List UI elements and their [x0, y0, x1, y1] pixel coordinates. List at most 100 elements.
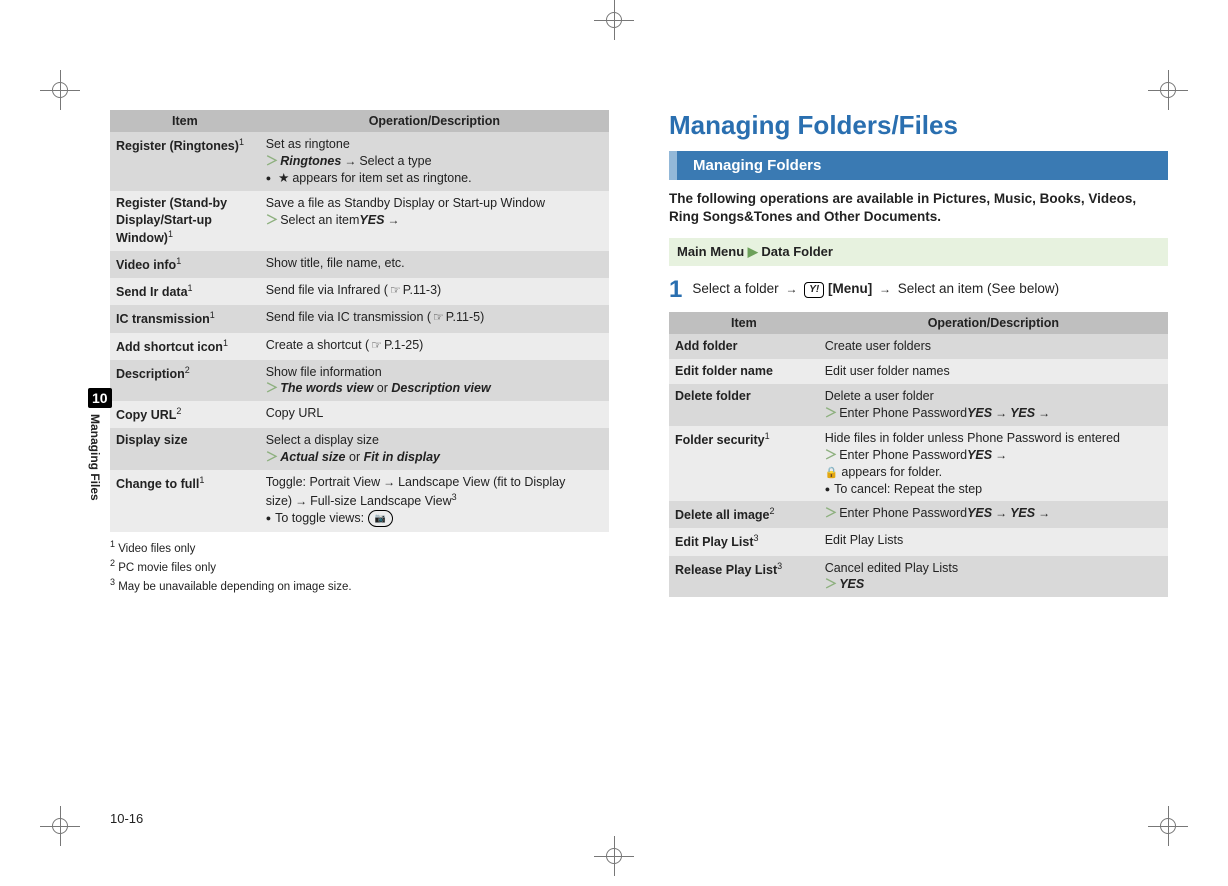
y-key-icon: Y!	[804, 282, 824, 298]
operation-cell: Delete a user folder＞Enter Phone Passwor…	[819, 384, 1168, 426]
item-cell: Edit folder name	[669, 359, 819, 384]
table-row: Edit folder nameEdit user folder names	[669, 359, 1168, 384]
operation-cell: Send file via IC transmission (P.11-5)	[260, 305, 609, 332]
table-row: IC transmission1Send file via IC transmi…	[110, 305, 609, 332]
chevron-icon: ＞	[825, 406, 838, 420]
crop-mark	[1148, 806, 1188, 846]
chevron-icon: ＞	[825, 448, 838, 462]
operation-cell: Hide files in folder unless Phone Passwo…	[819, 426, 1168, 502]
item-cell: Edit Play List3	[669, 528, 819, 555]
arrow-icon	[1035, 406, 1053, 420]
side-tab: 10 Managing Files	[88, 388, 112, 501]
item-cell: Release Play List3	[669, 556, 819, 598]
crop-mark	[1148, 70, 1188, 110]
lock-icon	[825, 465, 842, 479]
item-cell: Video info1	[110, 251, 260, 278]
operation-cell: Create user folders	[819, 334, 1168, 359]
table-row: Edit Play List3Edit Play Lists	[669, 528, 1168, 555]
subsection-bar: Managing Folders	[669, 151, 1168, 180]
item-cell: Display size	[110, 428, 260, 470]
step-number: 1	[669, 278, 682, 302]
item-cell: IC transmission1	[110, 305, 260, 332]
triangle-icon: ▶	[748, 244, 762, 259]
item-cell: Folder security1	[669, 426, 819, 502]
item-cell: Register (Stand-by Display/Start-up Wind…	[110, 191, 260, 252]
chevron-icon: ＞	[266, 213, 279, 227]
menu-path-a: Main Menu	[677, 244, 744, 259]
item-cell: Send Ir data1	[110, 278, 260, 305]
chevron-icon: ＞	[825, 577, 838, 591]
chapter-label: Managing Files	[88, 414, 102, 501]
crop-mark	[40, 806, 80, 846]
operation-cell: Set as ringtone＞RingtonesSelect a typeap…	[260, 132, 609, 191]
arrow-icon	[1035, 506, 1053, 520]
arrow-icon	[380, 475, 398, 489]
operation-cell: ＞Enter Phone PasswordYESYES	[819, 501, 1168, 528]
arrow-icon	[292, 494, 310, 508]
table-row: Display sizeSelect a display size＞Actual…	[110, 428, 609, 470]
item-cell: Add folder	[669, 334, 819, 359]
table-row: Send Ir data1Send file via Infrared (P.1…	[110, 278, 609, 305]
operation-cell: Show file information＞The words view or …	[260, 360, 609, 402]
chevron-icon: ＞	[266, 154, 279, 168]
table-row: Description2Show file information＞The wo…	[110, 360, 609, 402]
reference-icon	[371, 337, 382, 354]
table-row: Copy URL2Copy URL	[110, 401, 609, 428]
crop-mark	[594, 836, 634, 876]
th-item: Item	[669, 312, 819, 334]
arrow-icon	[992, 406, 1010, 420]
operation-cell: Copy URL	[260, 401, 609, 428]
table-row: Folder security1Hide files in folder unl…	[669, 426, 1168, 502]
operations-table-left: Item Operation/Description Register (Rin…	[110, 110, 609, 532]
menu-path-b: Data Folder	[761, 244, 833, 259]
page-number: 10-16	[110, 811, 143, 826]
operation-cell: Show title, file name, etc.	[260, 251, 609, 278]
table-row: Add folderCreate user folders	[669, 334, 1168, 359]
right-column: Managing Folders/Files Managing Folders …	[669, 110, 1168, 597]
table-row: Video info1Show title, file name, etc.	[110, 251, 609, 278]
table-row: Delete folderDelete a user folder＞Enter …	[669, 384, 1168, 426]
camera-key-icon	[368, 510, 393, 527]
bullet-icon	[266, 171, 275, 185]
reference-icon	[390, 282, 401, 299]
arrow-icon	[341, 154, 359, 168]
footnote: 2 PC movie files only	[110, 557, 609, 576]
chevron-icon: ＞	[266, 381, 279, 395]
section-title: Managing Folders/Files	[669, 110, 1168, 141]
item-cell: Change to full1	[110, 470, 260, 532]
item-cell: Delete folder	[669, 384, 819, 426]
operation-cell: Select a display size＞Actual size or Fit…	[260, 428, 609, 470]
bullet-icon	[825, 482, 834, 496]
chevron-icon: ＞	[266, 450, 279, 464]
table-row: Register (Ringtones)1Set as ringtone＞Rin…	[110, 132, 609, 191]
arrow-icon	[782, 281, 800, 296]
table-row: Register (Stand-by Display/Start-up Wind…	[110, 191, 609, 252]
step-1: 1 Select a folder Y! [Menu] Select an it…	[669, 278, 1168, 302]
item-cell: Register (Ringtones)1	[110, 132, 260, 191]
item-cell: Copy URL2	[110, 401, 260, 428]
operation-cell: Send file via Infrared (P.11-3)	[260, 278, 609, 305]
intro-text: The following operations are available i…	[669, 190, 1168, 226]
reference-icon	[433, 309, 444, 326]
arrow-icon	[992, 506, 1010, 520]
footnotes-left: 1 Video files only2 PC movie files only3…	[110, 538, 609, 595]
table-row: Delete all image2＞Enter Phone PasswordYE…	[669, 501, 1168, 528]
crop-mark	[594, 0, 634, 40]
footnote: 3 May be unavailable depending on image …	[110, 576, 609, 595]
operation-cell: Edit Play Lists	[819, 528, 1168, 555]
menu-path: Main Menu ▶ Data Folder	[669, 238, 1168, 266]
table-row: Release Play List3Cancel edited Play Lis…	[669, 556, 1168, 598]
operation-cell: Edit user folder names	[819, 359, 1168, 384]
chapter-number: 10	[88, 388, 112, 408]
th-op: Operation/Description	[819, 312, 1168, 334]
operations-table-right: Item Operation/Description Add folderCre…	[669, 312, 1168, 597]
operation-cell: Toggle: Portrait ViewLandscape View (fit…	[260, 470, 609, 532]
arrow-icon	[384, 213, 402, 227]
item-cell: Delete all image2	[669, 501, 819, 528]
star-icon	[275, 171, 292, 185]
operation-cell: Create a shortcut (P.1-25)	[260, 333, 609, 360]
arrow-icon	[992, 448, 1010, 462]
bullet-icon	[266, 511, 275, 525]
footnote: 1 Video files only	[110, 538, 609, 557]
table-row: Change to full1Toggle: Portrait ViewLand…	[110, 470, 609, 532]
